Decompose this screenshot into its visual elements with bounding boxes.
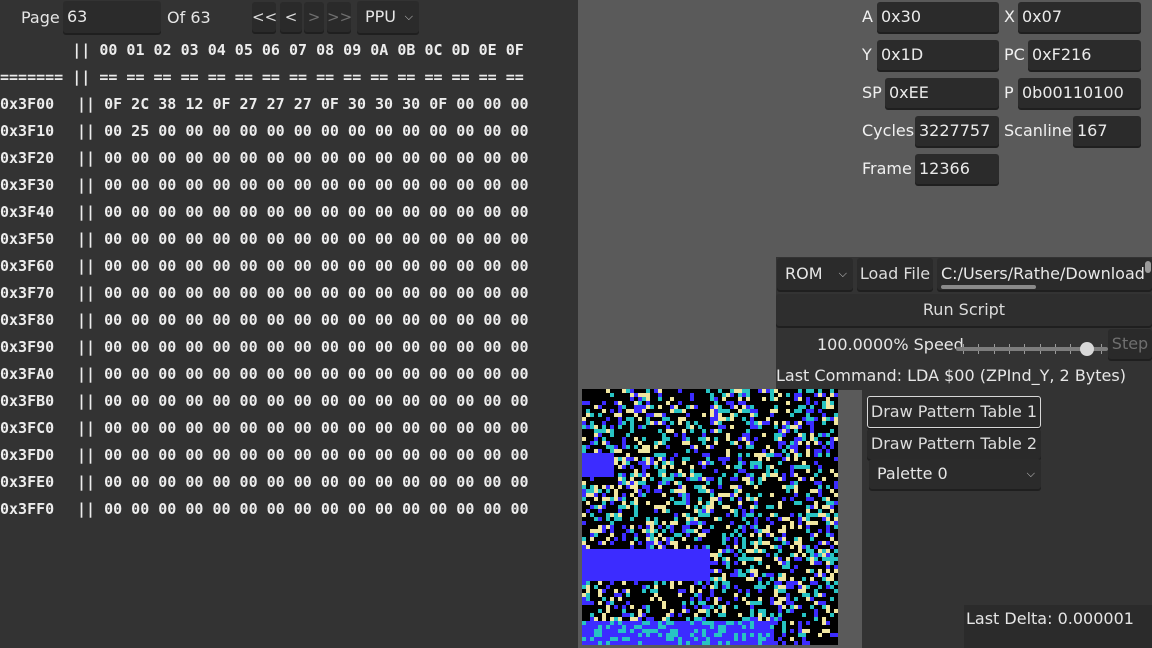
palette-select[interactable]: Palette 0 ⌵ <box>869 459 1041 489</box>
hex-address: 0x3F90 <box>0 338 55 356</box>
frame-field[interactable]: 12366 <box>915 154 999 184</box>
hex-bytes: || 00 00 00 00 00 00 00 00 00 00 00 00 0… <box>77 446 529 464</box>
hex-bytes: || 00 00 00 00 00 00 00 00 00 00 00 00 0… <box>77 203 529 221</box>
draw-pattern-table-2-button[interactable]: Draw Pattern Table 2 <box>867 429 1041 459</box>
run-script-button[interactable]: Run Script <box>776 294 1152 326</box>
hex-bytes: || 00 00 00 00 00 00 00 00 00 00 00 00 0… <box>77 311 529 329</box>
last-delta-box: Last Delta: 0.000001 <box>964 605 1152 648</box>
hex-bytes: || 00 00 00 00 00 00 00 00 00 00 00 00 0… <box>77 176 529 194</box>
register-x-field[interactable]: 0x07 <box>1018 2 1141 32</box>
hex-bytes: || 00 00 00 00 00 00 00 00 00 00 00 00 0… <box>77 149 529 167</box>
last-delta-text: Last Delta: 0.000001 <box>966 609 1134 628</box>
hex-header-row: || 00 01 02 03 04 05 06 07 08 09 0A 0B 0… <box>0 37 524 64</box>
chevron-down-icon: ⌵ <box>1026 467 1035 480</box>
memory-source-value: PPU <box>365 7 397 26</box>
step-button[interactable]: Step <box>1108 329 1152 359</box>
speed-slider-handle[interactable] <box>1080 342 1095 356</box>
register-p-field[interactable]: 0b00110100 <box>1018 78 1141 108</box>
hex-address: 0x3F60 <box>0 257 55 275</box>
register-y-field[interactable]: 0x1D <box>877 40 999 70</box>
hex-divider-row: ======= || == == == == == == == == == ==… <box>0 64 524 91</box>
register-y-label: Y <box>862 45 872 64</box>
hex-address: 0x3FF0 <box>0 500 55 518</box>
chevron-down-icon: ⌵ <box>838 267 847 280</box>
hex-address: 0x3FA0 <box>0 365 55 383</box>
speed-label: 100.0000% Speed <box>817 335 964 354</box>
hex-address: 0x3F30 <box>0 176 55 194</box>
pattern-table-canvas <box>582 389 838 645</box>
hex-bytes: || 00 00 00 00 00 00 00 00 00 00 00 00 0… <box>77 338 529 356</box>
hex-bytes: || 00 00 00 00 00 00 00 00 00 00 00 00 0… <box>77 473 529 491</box>
pattern-table-view <box>582 389 838 645</box>
cycles-field[interactable]: 3227757 <box>915 116 999 146</box>
palette-value: Palette 0 <box>877 464 948 483</box>
hex-address: 0x3F20 <box>0 149 55 167</box>
hex-address: 0x3F70 <box>0 284 55 302</box>
hex-bytes: || 00 00 00 00 00 00 00 00 00 00 00 00 0… <box>77 419 529 437</box>
register-p-label: P <box>1004 83 1014 102</box>
register-a-field[interactable]: 0x30 <box>877 2 999 32</box>
file-path-value: C:/Users/Rathe/Download <box>941 264 1145 283</box>
hex-address: 0x3F80 <box>0 311 55 329</box>
speed-slider[interactable] <box>956 342 1108 356</box>
path-scrollbar[interactable] <box>941 285 1036 289</box>
hex-address: 0x3FD0 <box>0 446 55 464</box>
last-command-text: Last Command: LDA $00 (ZPInd_Y, 2 Bytes) <box>776 366 1126 385</box>
hex-bytes: || 00 00 00 00 00 00 00 00 00 00 00 00 0… <box>77 230 529 248</box>
first-page-button[interactable]: << <box>252 2 277 32</box>
file-type-select[interactable]: ROM ⌵ <box>777 258 853 290</box>
register-sp-label: SP <box>862 83 882 102</box>
register-sp-field[interactable]: 0xEE <box>885 78 999 108</box>
hex-address: 0x3FC0 <box>0 419 55 437</box>
page-input[interactable]: 63 <box>63 1 161 33</box>
next-page-button[interactable]: > <box>304 2 324 32</box>
path-scroll-handle[interactable] <box>1145 261 1151 273</box>
hex-bytes: || 00 25 00 00 00 00 00 00 00 00 00 00 0… <box>77 122 529 140</box>
memory-viewer-panel: Page 63 Of 63 << < > >> PPU ⌵ || 00 01 0… <box>0 0 578 648</box>
hex-bytes: || 00 00 00 00 00 00 00 00 00 00 00 00 0… <box>77 284 529 302</box>
cycles-label: Cycles <box>862 121 915 140</box>
hex-bytes: || 00 00 00 00 00 00 00 00 00 00 00 00 0… <box>77 500 529 518</box>
hex-address: 0x3FE0 <box>0 473 55 491</box>
hex-address: 0x3F50 <box>0 230 55 248</box>
memory-source-select[interactable]: PPU ⌵ <box>357 1 419 33</box>
draw-pattern-table-1-button[interactable]: Draw Pattern Table 1 <box>867 396 1041 428</box>
file-type-value: ROM <box>785 264 823 283</box>
chevron-down-icon: ⌵ <box>404 10 413 23</box>
prev-page-button[interactable]: < <box>280 2 302 32</box>
page-label: Page <box>21 8 60 27</box>
register-x-label: X <box>1004 7 1015 26</box>
hex-bytes: || 0F 2C 38 12 0F 27 27 27 0F 30 30 30 0… <box>77 95 529 113</box>
hex-address: 0x3F10 <box>0 122 55 140</box>
register-pc-field[interactable]: 0xF216 <box>1028 40 1141 70</box>
hex-header: || 00 01 02 03 04 05 06 07 08 09 0A 0B 0… <box>0 41 524 59</box>
hex-address: 0x3F40 <box>0 203 55 221</box>
pattern-options: Draw Pattern Table 1 Draw Pattern Table … <box>862 389 1152 648</box>
hex-bytes: || 00 00 00 00 00 00 00 00 00 00 00 00 0… <box>77 257 529 275</box>
hex-address: 0x3FB0 <box>0 392 55 410</box>
hex-divider: ======= || == == == == == == == == == ==… <box>0 68 524 86</box>
page-count: Of 63 <box>167 8 211 27</box>
register-a-label: A <box>862 7 873 26</box>
control-strip: ROM ⌵ Load File C:/Users/Rathe/Download … <box>776 257 1152 390</box>
hex-bytes: || 00 00 00 00 00 00 00 00 00 00 00 00 0… <box>77 392 529 410</box>
scanline-field[interactable]: 167 <box>1073 116 1141 146</box>
hex-address: 0x3F00 <box>0 95 55 113</box>
frame-label: Frame <box>862 159 912 178</box>
hex-bytes: || 00 00 00 00 00 00 00 00 00 00 00 00 0… <box>77 365 529 383</box>
register-pc-label: PC <box>1004 45 1025 64</box>
load-file-button[interactable]: Load File <box>857 258 933 290</box>
scanline-label: Scanline <box>1004 121 1072 140</box>
last-page-button[interactable]: >> <box>327 2 352 32</box>
